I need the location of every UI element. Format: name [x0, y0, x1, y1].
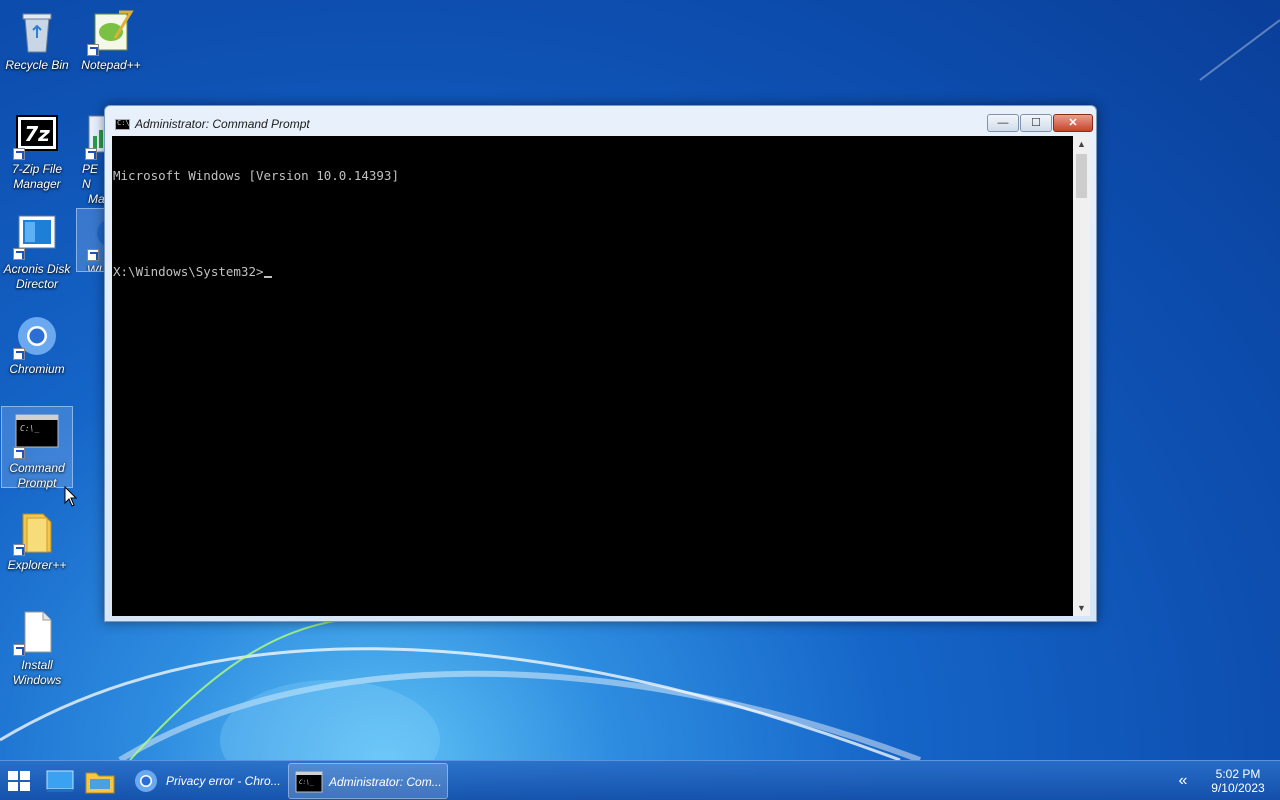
- acronis-icon: [13, 212, 61, 260]
- text-cursor: [263, 276, 272, 278]
- desktop-icon-recycle-bin[interactable]: Recycle Bin: [1, 8, 73, 73]
- desktop-icon-acronis[interactable]: Acronis Disk Director: [1, 212, 73, 292]
- system-clock[interactable]: 5:02 PM 9/10/2023: [1200, 767, 1276, 795]
- desktop-icon-label: Install Windows: [12, 658, 62, 687]
- vertical-scrollbar[interactable]: ▲ ▼: [1073, 136, 1090, 616]
- windows-logo-icon: [8, 771, 30, 791]
- command-prompt-icon: C:\_: [13, 411, 61, 459]
- svg-text:C:\_: C:\_: [20, 424, 39, 433]
- clock-date: 9/10/2023: [1211, 781, 1265, 795]
- svg-text:7z: 7z: [24, 122, 50, 146]
- window-icon: [46, 770, 74, 792]
- scroll-up-arrow-icon[interactable]: ▲: [1073, 136, 1090, 152]
- desktop-icon-label: Acronis Disk Director: [3, 262, 71, 291]
- mouse-pointer-icon: [64, 486, 78, 507]
- recycle-bin-icon: [13, 8, 61, 56]
- window-title: Administrator: Command Prompt: [135, 117, 310, 131]
- desktop-icon-pe-network-manager[interactable]: PE N Ma: [75, 112, 105, 207]
- taskbar: Privacy error - Chro... C:\_ Administrat…: [0, 760, 1280, 800]
- pe-network-icon: [85, 112, 105, 160]
- console-line: Microsoft Windows [Version 10.0.14393]: [113, 168, 399, 183]
- shortcut-arrow-icon: [87, 44, 99, 56]
- taskbar-pinned-explorer[interactable]: [82, 765, 118, 797]
- desktop-icon-label: Explorer++: [7, 558, 67, 572]
- desktop-icon-install-windows[interactable]: Install Windows: [1, 608, 73, 688]
- desktop-icon-7zip[interactable]: 7z 7-Zip File Manager: [1, 112, 73, 192]
- taskbar-task-chromium[interactable]: Privacy error - Chro...: [126, 763, 286, 799]
- desktop-icon-label: PE N: [82, 162, 99, 191]
- shortcut-arrow-icon: [87, 249, 99, 261]
- start-button[interactable]: [4, 767, 34, 795]
- scrollbar-thumb[interactable]: [1076, 154, 1087, 198]
- desktop-icon-label: Ma: [88, 192, 105, 206]
- desktop-icon-label: Command Prompt: [9, 461, 65, 490]
- taskbar-task-label: Privacy error - Chro...: [166, 774, 281, 788]
- seven-zip-icon: 7z: [13, 112, 61, 160]
- desktop-icon-explorerpp[interactable]: Explorer++: [1, 508, 73, 573]
- shortcut-arrow-icon: [13, 544, 25, 556]
- desktop-icon-label: WI: [87, 263, 102, 272]
- desktop-icon-chromium[interactable]: Chromium: [1, 312, 73, 377]
- desktop-icon-label: 7-Zip File Manager: [11, 162, 62, 191]
- minimize-button[interactable]: —: [987, 114, 1019, 132]
- console-prompt-line: X:\Windows\System32>: [113, 264, 1073, 280]
- shortcut-arrow-icon: [13, 148, 25, 160]
- taskbar-pinned-desktop[interactable]: [42, 765, 78, 797]
- console-icon: C:\: [115, 119, 130, 130]
- close-button[interactable]: ✕: [1053, 114, 1093, 132]
- desktop-icon-command-prompt[interactable]: C:\_ Command Prompt: [1, 406, 73, 490]
- shortcut-arrow-icon: [13, 644, 25, 656]
- folder-icon: [85, 772, 115, 794]
- shortcut-arrow-icon: [85, 148, 97, 160]
- desktop-icon-wi[interactable]: WI: [76, 208, 105, 272]
- shortcut-arrow-icon: [13, 447, 25, 459]
- taskbar-task-label: Administrator: Com...: [329, 775, 442, 789]
- console-prompt: X:\Windows\System32>: [113, 264, 264, 279]
- svg-text:C:\_: C:\_: [299, 779, 314, 786]
- show-hidden-icons-chevron-icon[interactable]: «: [1174, 771, 1192, 791]
- desktop-icon-notepadpp[interactable]: Notepad++: [75, 8, 147, 73]
- console-output[interactable]: Microsoft Windows [Version 10.0.14393] X…: [112, 136, 1073, 616]
- maximize-button[interactable]: ☐: [1020, 114, 1052, 132]
- folder-icon: [13, 508, 61, 556]
- shortcut-arrow-icon: [13, 248, 25, 260]
- desktop-icon-label: Chromium: [9, 362, 65, 376]
- chromium-icon: [13, 312, 61, 360]
- command-prompt-window[interactable]: C:\ Administrator: Command Prompt — ☐ ✕ …: [104, 105, 1097, 622]
- command-prompt-icon: C:\_: [295, 771, 323, 793]
- window-titlebar[interactable]: C:\ Administrator: Command Prompt — ☐ ✕: [105, 106, 1096, 136]
- clock-time: 5:02 PM: [1215, 767, 1261, 781]
- chromium-icon: [135, 770, 157, 792]
- desktop-icon-label: Recycle Bin: [5, 58, 69, 72]
- desktop-icon-label: Notepad++: [81, 58, 141, 72]
- notepadpp-icon: [87, 8, 135, 56]
- document-icon: [13, 608, 61, 656]
- shortcut-arrow-icon: [13, 348, 25, 360]
- taskbar-task-command-prompt[interactable]: C:\_ Administrator: Com...: [288, 763, 448, 799]
- scroll-down-arrow-icon[interactable]: ▼: [1073, 600, 1090, 616]
- wi-icon: [87, 213, 104, 261]
